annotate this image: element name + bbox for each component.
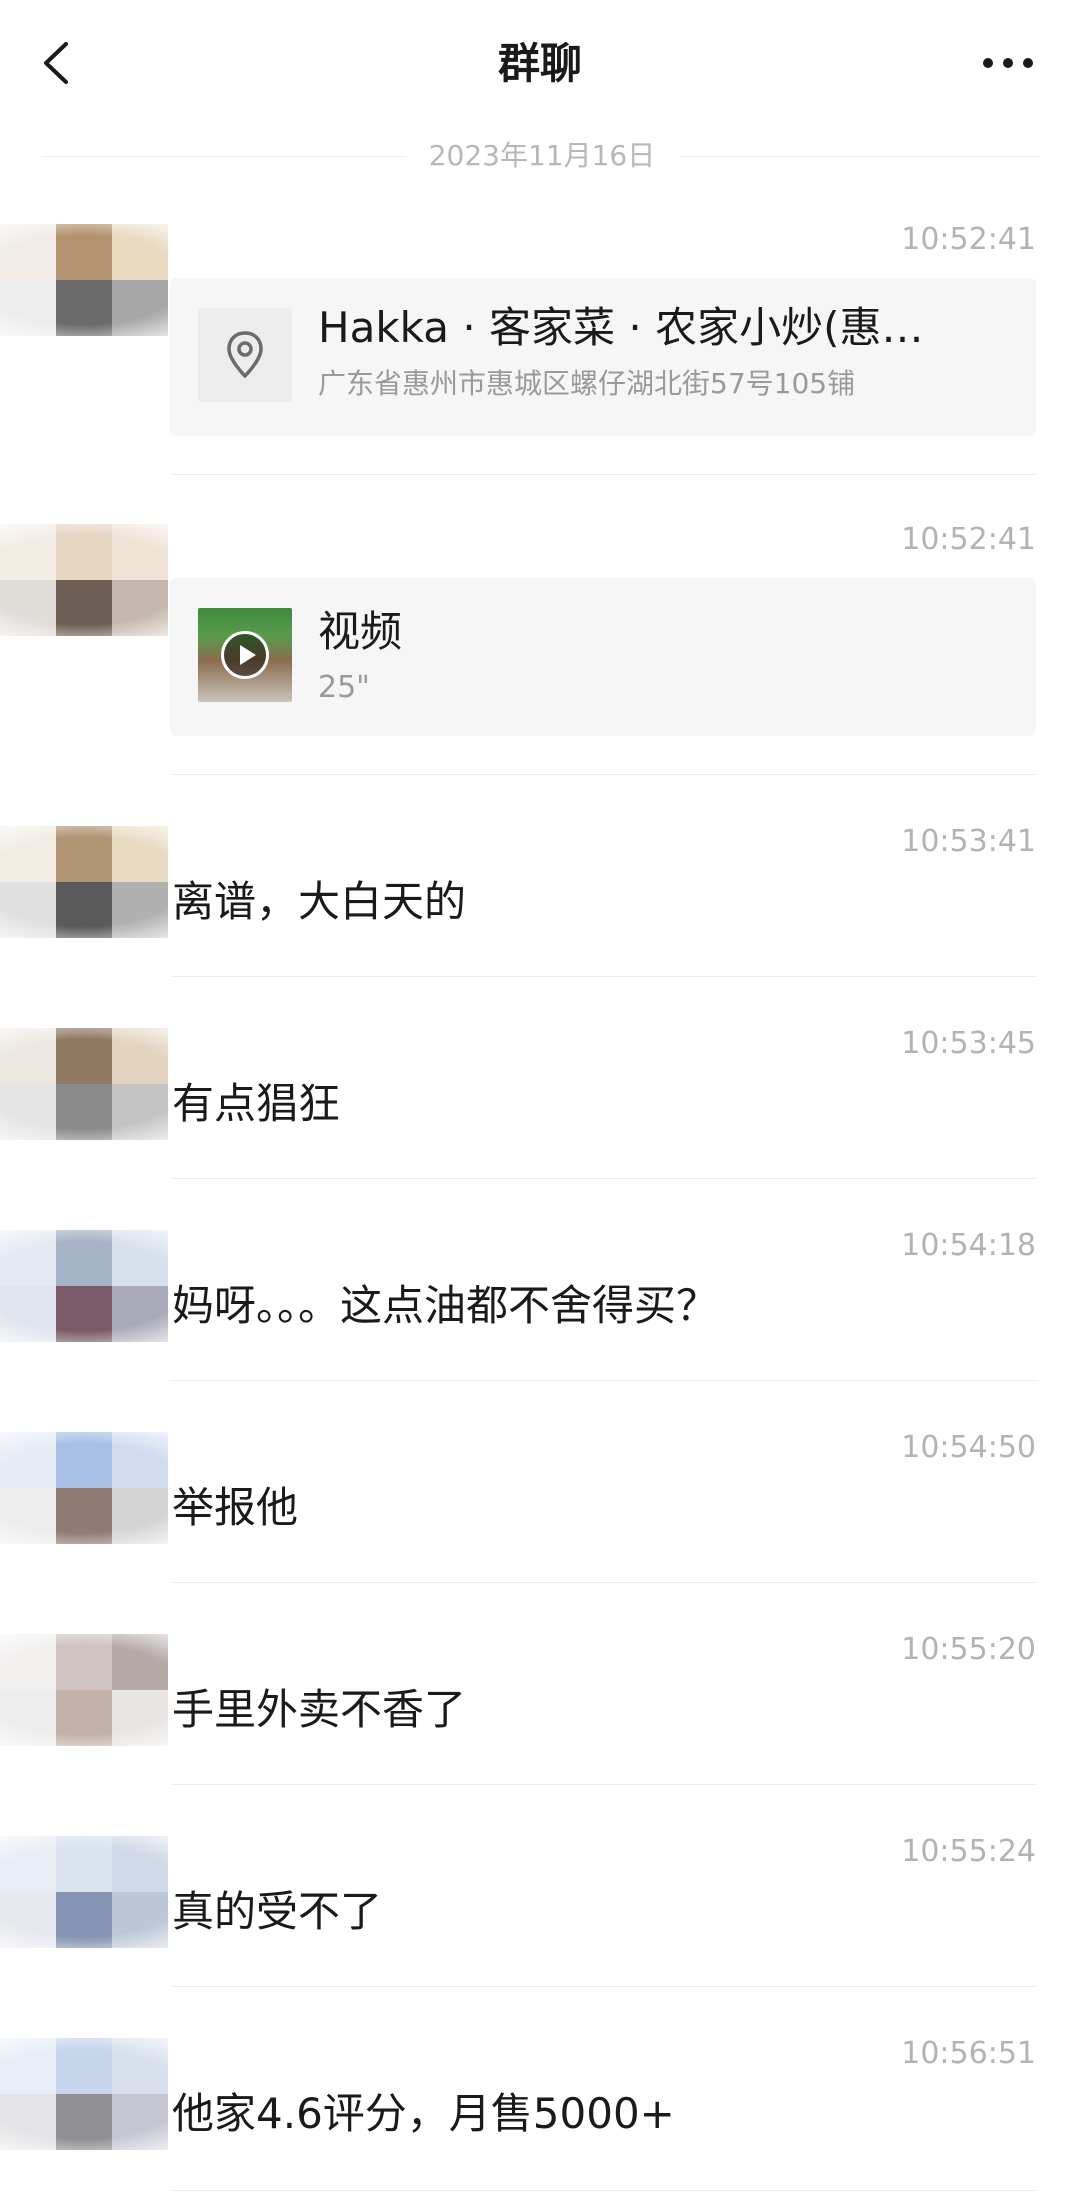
message-time: 10:54:50 [901,1430,1036,1465]
message-time: 10:52:41 [901,522,1036,557]
message-time: 10:53:41 [901,824,1036,859]
location-card[interactable]: Hakka · 客家菜 · 农家小炒(惠… 广东省惠州市惠城区螺仔湖北街57号1… [170,278,1036,436]
divider [172,2190,1036,2191]
play-icon [240,645,256,665]
message-text: 妈呀。。。这点油都不舍得买？ [172,1281,719,1330]
date-divider: 2023年11月16日 [44,136,1040,176]
divider [172,1380,1036,1381]
divider [172,1986,1036,1987]
location-title: Hakka · 客家菜 · 农家小炒(惠… [318,303,924,352]
message-item: 10:54:18 妈呀。。。这点油都不舍得买？ [0,1222,1080,1392]
message-item: 10:53:41 离谱，大白天的 [0,818,1080,988]
divider [172,774,1036,775]
location-thumbnail [198,308,292,402]
message-time: 10:52:41 [901,222,1036,257]
message-item: 10:55:24 真的受不了 [0,1828,1080,1998]
divider [172,1784,1036,1785]
video-card[interactable]: 视频 25" [170,578,1036,736]
message-item: 10:55:20 手里外卖不香了 [0,1626,1080,1796]
video-duration: 25" [318,670,370,705]
divider [172,474,1036,475]
message-time: 10:56:51 [901,2036,1036,2071]
top-bar: 群聊 [0,0,1080,130]
location-pin-icon [227,331,263,378]
message-text: 有点猖狂 [172,1079,341,1128]
message-time: 10:55:24 [901,1834,1036,1869]
more-options-icon[interactable] [978,48,1038,78]
message-time: 10:53:45 [901,1026,1036,1061]
message-item: 10:54:50 举报他 [0,1424,1080,1594]
message-text: 离谱，大白天的 [172,877,467,926]
play-button [221,631,269,679]
message-item: 10:52:41 视频 25" [0,516,1080,776]
message-text: 举报他 [172,1483,299,1532]
message-item: 10:56:51 他家4.6评分，月售5000+ [0,2030,1080,2200]
message-item: 10:53:45 有点猖狂 [0,1020,1080,1190]
message-time: 10:55:20 [901,1632,1036,1667]
page-title: 群聊 [497,39,582,88]
message-text: 真的受不了 [172,1887,383,1936]
divider [172,1178,1036,1179]
date-label: 2023年11月16日 [428,139,656,172]
message-item: 10:52:41 Hakka · 客家菜 · 农家小炒(惠… 广东省惠州市惠城区… [0,216,1080,476]
video-title: 视频 [318,607,403,656]
location-address: 广东省惠州市惠城区螺仔湖北街57号105铺 [318,367,856,400]
divider [172,1582,1036,1583]
message-time: 10:54:18 [901,1228,1036,1263]
divider [172,976,1036,977]
message-text: 手里外卖不香了 [172,1685,467,1734]
message-text: 他家4.6评分，月售5000+ [172,2089,675,2138]
video-thumbnail [198,608,292,702]
